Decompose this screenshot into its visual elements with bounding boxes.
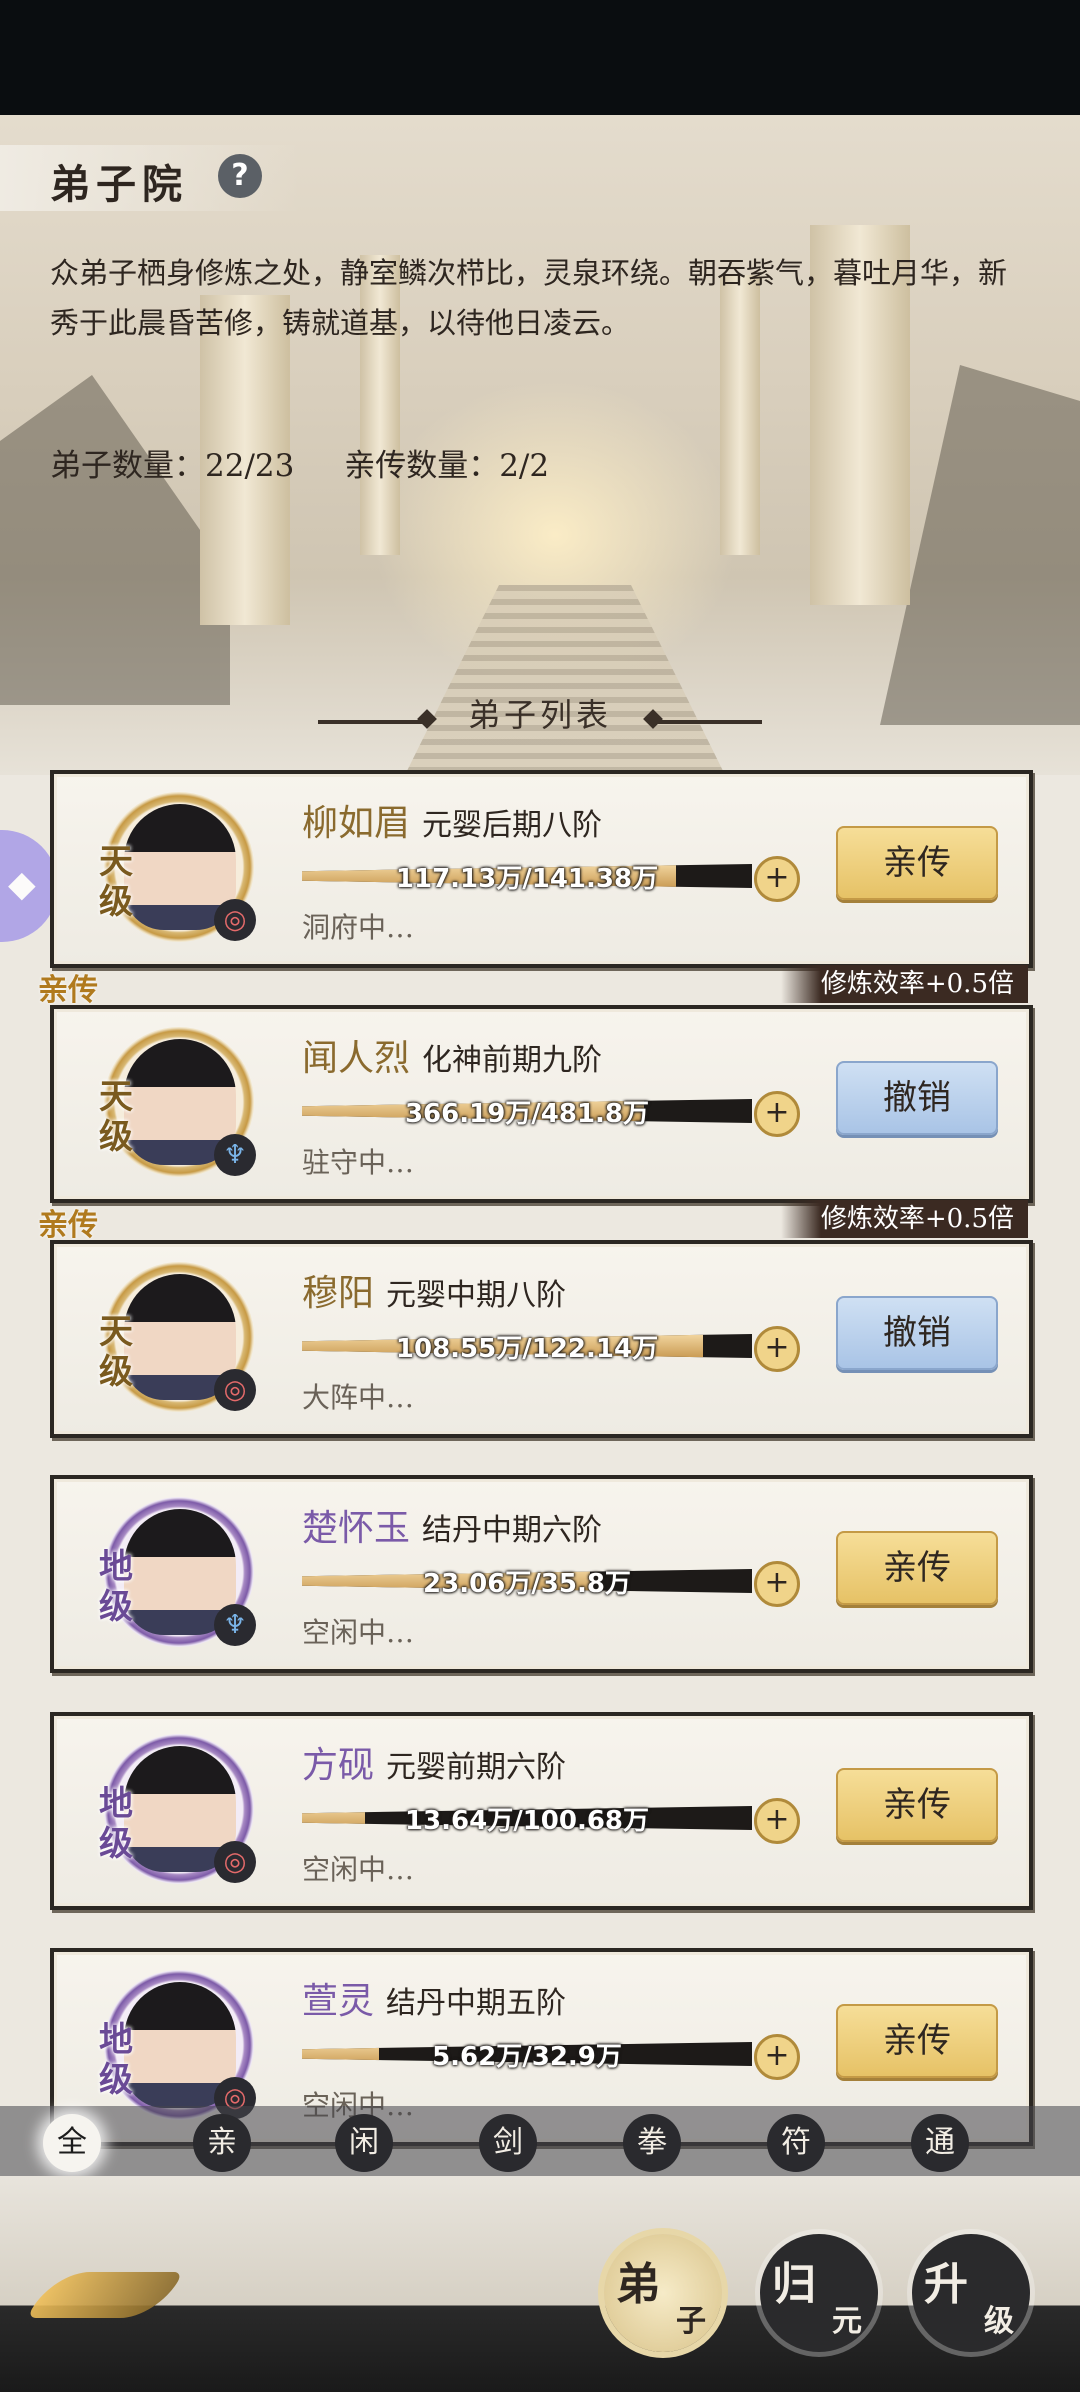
nav-return-button[interactable]: 归元 (760, 2234, 878, 2352)
plus-icon[interactable]: + (754, 2034, 800, 2080)
disciple-card[interactable]: 天级 ◎ 穆阳 元婴中期八阶 108.55万/122.14万 + 大阵中… 撤销 (50, 1240, 1033, 1438)
personal-count: 亲传数量：2/2 (344, 448, 550, 484)
nav-label-main: 升 (924, 2259, 968, 2310)
nav-label-sub: 级 (984, 2304, 1014, 2339)
grade-label: 地级 (99, 1547, 133, 1627)
realm-label: 结丹中期六阶 (422, 1513, 603, 1548)
revoke-button[interactable]: 撤销 (836, 1296, 998, 1370)
disciple-name-row: 穆阳 元婴中期八阶 (302, 1264, 566, 1316)
progress-text: 5.62万/32.9万 (432, 2042, 622, 2072)
filter-tab[interactable]: 亲 (193, 2114, 251, 2172)
plus-icon[interactable]: + (754, 1091, 800, 1137)
disciple-name: 萱灵 (302, 1981, 375, 2022)
list-title: 弟子列表 (467, 696, 612, 734)
disciple-name-row: 闻人烈 化神前期九阶 (302, 1029, 602, 1081)
disciple-name-row: 楚怀玉 结丹中期六阶 (302, 1499, 602, 1551)
disciple-name: 方砚 (302, 1745, 375, 1786)
filter-tab[interactable]: 符 (767, 2114, 825, 2172)
filter-tab[interactable]: 闲 (335, 2114, 393, 2172)
revoke-button[interactable]: 撤销 (836, 1061, 998, 1135)
description-text: 众弟子栖身修炼之处，静室鳞次栉比，灵泉环绕。朝吞紫气，暮吐月华，新秀于此晨昏苦修… (50, 256, 1008, 340)
realm-label: 元婴后期八阶 (422, 808, 603, 843)
fire-swirl-icon: ◎ (214, 1841, 256, 1883)
status-text: 空闲中… (302, 1616, 415, 1649)
status-text: 洞府中… (302, 911, 415, 944)
nav-label-sub: 子 (676, 2304, 706, 2339)
list-header: 弟子列表 (0, 690, 1080, 734)
disciple-card[interactable]: 地级 ♆ 楚怀玉 结丹中期六阶 23.06万/35.8万 + 空闲中… 亲传 (50, 1475, 1033, 1673)
status-text: 驻守中… (302, 1146, 415, 1179)
grade-label: 天级 (99, 1077, 133, 1157)
grade-label: 天级 (99, 1312, 133, 1392)
grade-label: 天级 (99, 842, 133, 922)
filter-tab[interactable]: 通 (911, 2114, 969, 2172)
counts-row: 弟子数量：22/23 亲传数量：2/2 (50, 440, 589, 485)
page-title: 弟子院 (50, 161, 188, 208)
cultivation-bonus-badge: 修炼效率+0.5倍 (780, 965, 1028, 1003)
nav-label-main: 归 (772, 2259, 816, 2310)
nav-disciples-button[interactable]: 弟子 (604, 2234, 722, 2352)
disciple-card[interactable]: 地级 ◎ 方砚 元婴前期六阶 13.64万/100.68万 + 空闲中… 亲传 (50, 1712, 1033, 1910)
water-crest-icon: ♆ (214, 1604, 256, 1646)
filter-tab[interactable]: 拳 (623, 2114, 681, 2172)
status-text: 大阵中… (302, 1381, 415, 1414)
appoint-personal-button[interactable]: 亲传 (836, 826, 998, 900)
disciple-name: 楚怀玉 (302, 1508, 411, 1549)
cultivation-bonus-badge: 修炼效率+0.5倍 (780, 1200, 1028, 1238)
filter-tab[interactable]: 剑 (479, 2114, 537, 2172)
grade-label: 地级 (99, 1784, 133, 1864)
water-crest-icon: ♆ (214, 1134, 256, 1176)
realm-label: 元婴前期六阶 (386, 1750, 567, 1785)
appoint-personal-button[interactable]: 亲传 (836, 2004, 998, 2078)
realm-label: 元婴中期八阶 (386, 1278, 567, 1313)
grade-label: 地级 (99, 2020, 133, 2100)
question-mark-icon[interactable]: ? (218, 154, 262, 198)
disciple-name: 闻人烈 (302, 1038, 411, 1079)
disciple-card[interactable]: 天级 ◎ 柳如眉 元婴后期八阶 117.13万/141.38万 + 洞府中… 亲传 (50, 770, 1033, 968)
nav-label-sub: 元 (832, 2304, 862, 2339)
plus-icon[interactable]: + (754, 1561, 800, 1607)
realm-label: 化神前期九阶 (422, 1043, 603, 1078)
plus-icon[interactable]: + (754, 856, 800, 902)
fire-swirl-icon: ◎ (214, 899, 256, 941)
plus-icon[interactable]: + (754, 1798, 800, 1844)
disciple-count: 弟子数量：22/23 (50, 448, 295, 484)
disciple-name: 柳如眉 (302, 803, 411, 844)
personal-disciple-tag: 亲传 (38, 973, 98, 1008)
fire-swirl-icon: ◎ (214, 1369, 256, 1411)
status-text: 空闲中… (302, 1853, 415, 1886)
appoint-personal-button[interactable]: 亲传 (836, 1768, 998, 1842)
realm-label: 结丹中期五阶 (386, 1986, 567, 2021)
progress-text: 108.55万/122.14万 (395, 1334, 659, 1364)
progress-text: 366.19万/481.8万 (404, 1099, 650, 1129)
plus-icon[interactable]: + (754, 1326, 800, 1372)
appoint-personal-button[interactable]: 亲传 (836, 1531, 998, 1605)
top-status-bar (0, 0, 1080, 115)
progress-text: 23.06万/35.8万 (423, 1569, 631, 1599)
filter-tab[interactable]: 全 (43, 2114, 101, 2172)
disciple-name-row: 萱灵 结丹中期五阶 (302, 1972, 566, 2024)
nav-label-main: 弟 (616, 2259, 660, 2310)
progress-text: 13.64万/100.68万 (404, 1806, 650, 1836)
disciple-name: 穆阳 (302, 1273, 375, 1314)
progress-text: 117.13万/141.38万 (395, 864, 659, 894)
disciple-name-row: 方砚 元婴前期六阶 (302, 1736, 566, 1788)
personal-disciple-tag: 亲传 (38, 1208, 98, 1243)
disciple-card[interactable]: 天级 ♆ 闻人烈 化神前期九阶 366.19万/481.8万 + 驻守中… 撤销 (50, 1005, 1033, 1203)
nav-upgrade-button[interactable]: 升级 (912, 2234, 1030, 2352)
disciple-name-row: 柳如眉 元婴后期八阶 (302, 794, 602, 846)
